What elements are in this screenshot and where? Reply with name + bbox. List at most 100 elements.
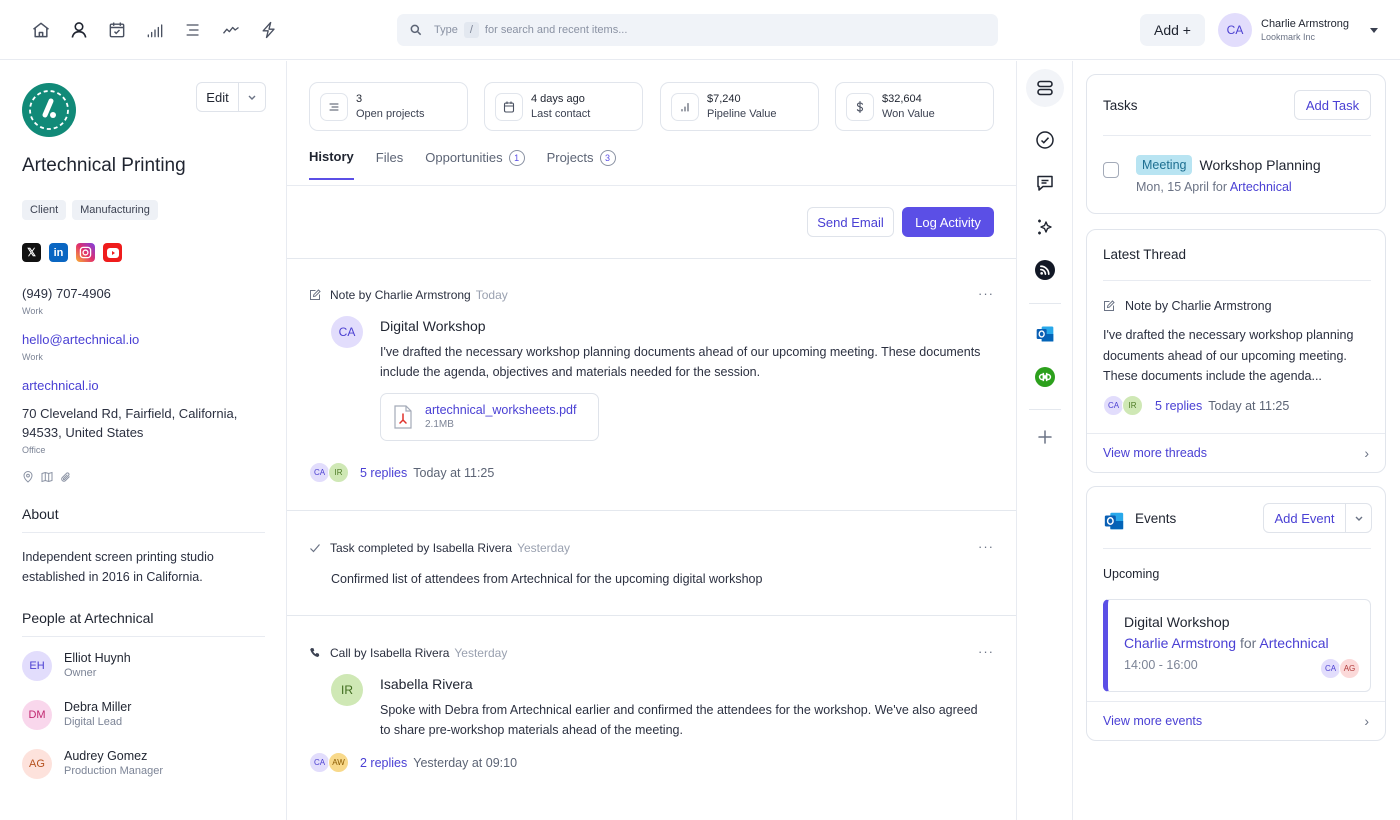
thread-heading: Note by Charlie Armstrong — [1125, 299, 1272, 313]
address-line-2: 94533, United States — [22, 425, 144, 440]
paperclip-icon[interactable] — [60, 471, 72, 483]
view-more-threads-link[interactable]: View more threads › — [1103, 445, 1369, 461]
sparkles-icon[interactable] — [1026, 208, 1064, 246]
search-input[interactable]: Type / for search and recent items... — [397, 14, 998, 46]
message-icon[interactable] — [1026, 164, 1064, 202]
task-item[interactable]: Meeting Workshop Planning — [1136, 155, 1321, 175]
tab-files[interactable]: Files — [376, 149, 403, 180]
stat-pipeline-value[interactable]: $7,240 Pipeline Value — [660, 82, 819, 131]
edit-button[interactable]: Edit — [197, 83, 239, 111]
instagram-icon[interactable] — [76, 243, 95, 262]
file-size: 2.1MB — [425, 419, 454, 430]
tab-opportunities[interactable]: Opportunities 1 — [425, 149, 525, 180]
more-options-icon[interactable]: ··· — [978, 286, 994, 301]
linkedin-icon[interactable]: in — [49, 243, 68, 262]
add-event-button[interactable]: Add Event — [1264, 504, 1346, 532]
email-label: Work — [22, 352, 43, 362]
divider — [1103, 548, 1371, 549]
stat-last-contact[interactable]: 4 days ago Last contact — [484, 82, 643, 131]
activity-time: Yesterday — [517, 541, 571, 555]
bar-chart-icon[interactable] — [136, 14, 174, 46]
view-more-events-link[interactable]: View more events › — [1103, 713, 1369, 729]
stat-open-projects[interactable]: 3 Open projects — [309, 82, 468, 131]
plus-icon[interactable] — [1026, 418, 1064, 456]
more-options-icon[interactable]: ··· — [978, 644, 994, 659]
file-attachment[interactable]: artechnical_worksheets.pdf 2.1MB — [380, 393, 599, 441]
person-item[interactable]: AG Audrey Gomez Production Manager — [22, 748, 163, 779]
person-role: Production Manager — [64, 765, 164, 777]
reply-time: Today at 11:25 — [413, 465, 495, 480]
edit-dropdown-button[interactable] — [239, 83, 265, 111]
file-name: artechnical_worksheets.pdf — [425, 403, 577, 417]
company-tags: Client Manufacturing — [22, 200, 158, 220]
calendar-check-icon[interactable] — [98, 14, 136, 46]
edit-note-icon — [1104, 300, 1115, 311]
divider — [1029, 409, 1061, 410]
reply-avatar: CA — [309, 752, 330, 773]
phone-number[interactable]: (949) 707-4906 — [22, 285, 111, 303]
list-icon[interactable] — [174, 14, 212, 46]
map-icon[interactable] — [41, 471, 53, 483]
tab-history[interactable]: History — [309, 149, 354, 180]
person-icon[interactable] — [60, 14, 98, 46]
company-panel: Edit Artechnical Printing Client Manufac… — [0, 61, 287, 820]
task-title: Workshop Planning — [1199, 157, 1321, 173]
tasks-title: Tasks — [1103, 98, 1138, 113]
add-event-dropdown[interactable] — [1346, 504, 1371, 532]
replies-link[interactable]: 2 replies — [360, 756, 407, 770]
more-options-icon[interactable]: ··· — [978, 539, 994, 554]
check-circle-icon[interactable] — [1026, 121, 1064, 159]
event-item[interactable]: Digital Workshop Charlie Armstrong for A… — [1103, 599, 1371, 692]
add-task-button[interactable]: Add Task — [1294, 90, 1371, 120]
tab-label: Opportunities — [425, 150, 503, 165]
add-event-button-group: Add Event — [1263, 503, 1372, 533]
task-company-link[interactable]: Artechnical — [1230, 180, 1292, 194]
lightning-icon[interactable] — [250, 14, 288, 46]
tag[interactable]: Manufacturing — [72, 200, 158, 220]
x-twitter-icon[interactable]: 𝕏 — [22, 243, 41, 262]
activity-title: Digital Workshop — [380, 318, 486, 334]
task-meta: Mon, 15 April for Artechnical — [1136, 180, 1292, 194]
outlook-icon[interactable] — [1026, 315, 1064, 353]
user-org: Lookmark Inc — [1261, 31, 1316, 42]
log-activity-button[interactable]: Log Activity — [902, 207, 994, 237]
email-link[interactable]: hello@artechnical.io — [22, 331, 139, 349]
checkmark-icon — [310, 544, 320, 553]
user-menu[interactable]: CA Charlie Armstrong Lookmark Inc — [1218, 13, 1379, 47]
user-avatar: CA — [1218, 13, 1252, 47]
outlook-icon — [1103, 510, 1125, 532]
search-prefix: Type — [434, 24, 458, 36]
divider — [1103, 135, 1371, 136]
tag[interactable]: Client — [22, 200, 67, 220]
pdf-file-icon — [394, 405, 412, 429]
list-icon — [320, 92, 348, 121]
event-company-link[interactable]: Artechnical — [1259, 635, 1328, 651]
company-logo — [22, 83, 76, 137]
activity-heading: Call by Isabella Rivera — [330, 646, 450, 660]
chevron-down-icon — [1355, 516, 1362, 521]
youtube-icon[interactable] — [103, 243, 122, 262]
activity-icon[interactable] — [212, 14, 250, 46]
stat-won-value[interactable]: $32,604 Won Value — [835, 82, 994, 131]
stat-value: 4 days ago — [531, 92, 585, 105]
map-pin-icon[interactable] — [22, 471, 34, 483]
about-text: Independent screen printing studio estab… — [22, 550, 214, 584]
person-item[interactable]: EH Elliot Huynh Owner — [22, 650, 131, 681]
tasks-card: Tasks Add Task Meeting Workshop Planning… — [1086, 74, 1386, 214]
event-owner-link[interactable]: Charlie Armstrong — [1124, 635, 1236, 651]
person-item[interactable]: DM Debra Miller Digital Lead — [22, 699, 131, 730]
feed-icon[interactable] — [1026, 251, 1064, 289]
send-email-button[interactable]: Send Email — [807, 207, 894, 237]
tab-projects[interactable]: Projects 3 — [547, 149, 616, 180]
layers-icon[interactable] — [1026, 69, 1064, 107]
quickbooks-icon[interactable] — [1026, 358, 1064, 396]
replies-link[interactable]: 5 replies — [360, 466, 407, 480]
stat-value: 3 — [356, 92, 363, 105]
chevron-down-icon — [248, 95, 256, 100]
home-icon[interactable] — [22, 14, 60, 46]
add-button[interactable]: Add + — [1140, 14, 1205, 46]
task-checkbox[interactable] — [1103, 162, 1119, 178]
website-link[interactable]: artechnical.io — [22, 377, 99, 395]
search-shortcut: / — [463, 22, 479, 38]
replies-link[interactable]: 5 replies — [1155, 399, 1202, 413]
